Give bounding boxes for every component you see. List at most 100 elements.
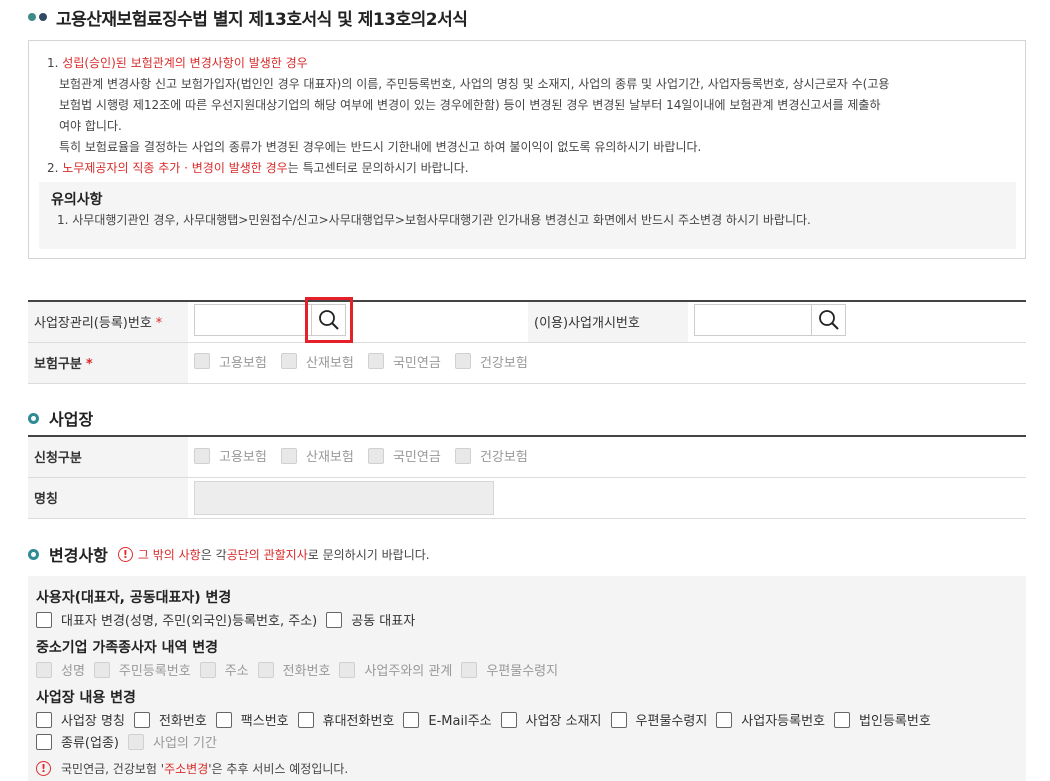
insurance-options-cell: 고용보험 산재보험 국민연금 건강보험 [188,342,1026,384]
caution-title: 유의사항 [51,192,103,208]
section-bullet-icon [28,412,39,424]
change-option[interactable]: 우편물수령지 [461,660,558,679]
reg-no-label-cell: 사업장관리(등록)번호 * [28,301,188,343]
name-field-cell [188,477,1026,519]
checkbox[interactable] [367,353,384,370]
checkbox[interactable] [280,353,297,370]
checkbox[interactable] [339,661,356,678]
apply-option[interactable]: 산재보험 [280,446,354,465]
notice-item-1-number: 1. [47,56,59,70]
checkbox-label: 건강보험 [479,450,528,465]
apply-option[interactable]: 건강보험 [454,446,528,465]
group-workplace-options: 사업장 명칭 전화번호 팩스번호 휴대전화번호 E-Mail주소 사업장 소재지… [36,710,1016,754]
checkbox-label: 국민연금 [392,355,441,371]
change-option[interactable]: 주민등록번호 [93,660,191,679]
change-option[interactable]: 전화번호 [133,710,207,729]
apply-option[interactable]: 고용보험 [194,446,267,465]
checkbox-label: E-Mail주소 [428,714,492,729]
checkbox[interactable] [257,661,274,678]
apply-row: 신청구분 고용보험 산재보험 국민연금 건강보험 [28,436,1026,478]
group-family-options: 성명 주민등록번호 주소 전화번호 사업주와의 관계 우편물수령지 [36,660,1016,682]
checkbox-label: 산재보험 [305,450,354,465]
change-option[interactable]: 사업장 명칭 [36,710,125,729]
checkbox-label: 고용보험 [219,450,267,465]
checkbox[interactable] [454,447,471,464]
required-mark: * [85,357,93,372]
change-option[interactable]: 사업장 소재지 [500,710,602,729]
change-option[interactable]: 사업주와의 관계 [339,660,452,679]
name-label: 명칭 [34,492,58,507]
checkbox[interactable] [194,447,210,464]
insurance-option[interactable]: 국민연금 [367,352,441,371]
insurance-option[interactable]: 산재보험 [280,352,354,371]
checkbox[interactable] [367,447,384,464]
checkbox[interactable] [610,711,627,728]
checkbox-label: 종류(업종) [61,736,119,751]
checkbox-label: 건강보험 [479,355,528,371]
checkbox[interactable] [454,353,471,370]
change-option[interactable]: 종류(업종) [36,732,119,751]
notice-item-2: 2. 노무제공자의 직종 추가 · 변경이 발생한 경우는 특고센터로 문의하시… [47,158,1015,179]
registration-row: 사업장관리(등록)번호 * (이용)사업개시번호 [28,296,1026,343]
checkbox[interactable] [93,661,110,678]
checkbox[interactable] [36,733,52,750]
changes-panel: 사용자(대표자, 공동대표자) 변경 대표자 변경(성명, 주민(외국인)등록번… [28,576,1026,781]
checkbox[interactable] [36,611,52,628]
checkbox[interactable] [36,661,52,678]
checkbox[interactable] [326,611,343,628]
start-no-search-button[interactable] [812,303,846,336]
address-change-notice: ! 국민연금, 건강보험 ' 주소변경 '은 추후 서비스 예정입니다. [36,760,1016,777]
notice-item-1-line-1: 보험관계 변경사항 신고 보험가입자(법인인 경우 대표자)의 이름, 주민등록… [59,77,890,91]
checkbox[interactable] [834,711,851,728]
notice-highlight: 주소변경 [164,762,209,776]
checkbox[interactable] [297,711,314,728]
insurance-row: 보험구분 * 고용보험 산재보험 국민연금 건강보험 [28,342,1026,384]
checkbox[interactable] [194,353,210,370]
checkbox[interactable] [215,711,232,728]
checkbox-label: 사업주와의 관계 [364,664,453,679]
reg-no-search-button[interactable] [305,296,353,343]
change-option[interactable]: 법인등록번호 [834,710,931,729]
reg-no-input[interactable] [194,303,312,336]
notice-item-2-number: 2. [47,161,59,175]
checkbox-label: 공동 대표자 [351,614,416,629]
checkbox[interactable] [36,711,52,728]
checkbox[interactable] [133,711,150,728]
reg-no-label: 사업장관리(등록)번호 [34,316,152,332]
page-title-bar: 고용산재보험료징수법 별지 제13호서식 및 제13호의2서식 [28,6,468,30]
change-option[interactable]: 팩스번호 [215,710,289,729]
change-option[interactable]: E-Mail주소 [403,710,492,729]
start-no-input[interactable] [694,303,812,336]
change-option[interactable]: 성명 [36,660,85,679]
caution-text: 1. 사무대행기관인 경우, 사무대행탭>민원접수/신고>사무대행업무>보험사무… [57,213,811,227]
checkbox[interactable] [500,711,517,728]
change-option[interactable]: 공동 대표자 [326,610,415,629]
title-dots-icon [28,13,47,21]
change-option[interactable]: 주소 [199,660,249,679]
insurance-option[interactable]: 고용보험 [194,352,267,371]
checkbox[interactable] [403,711,420,728]
change-option[interactable]: 대표자 변경(성명, 주민(외국인)등록번호, 주소) [36,610,317,629]
change-option[interactable]: 사업자등록번호 [716,710,825,729]
changes-warning: ! 그 밖의 사항 은 각 공단의 관할지사 로 문의하시기 바랍니다. [117,546,430,563]
apply-option[interactable]: 국민연금 [367,446,441,465]
search-icon [818,309,839,330]
checkbox[interactable] [127,733,144,750]
apply-label: 신청구분 [34,451,82,467]
notice-item-1-heading: 성립(승인)된 보험관계의 변경사항이 발생한 경우 [62,56,308,70]
checkbox[interactable] [716,711,733,728]
change-option[interactable]: 우편물수령지 [610,710,707,729]
group-employer-title: 사용자(대표자, 공동대표자) 변경 [36,590,232,606]
change-option[interactable]: 휴대전화번호 [297,710,394,729]
registration-form-table: 사업장관리(등록)번호 * (이용)사업개시번호 보험구분 * 고용보험 산재보… [28,296,1026,384]
checkbox-label: 법인등록번호 [859,714,931,729]
insurance-label-cell: 보험구분 * [28,342,188,384]
change-option[interactable]: 전화번호 [257,660,330,679]
checkbox-label: 팩스번호 [240,714,289,729]
change-option[interactable]: 사업의 기간 [127,732,217,751]
checkbox[interactable] [280,447,297,464]
checkbox[interactable] [199,661,216,678]
checkbox[interactable] [461,661,478,678]
checkbox-label: 주민등록번호 [118,664,191,679]
insurance-option[interactable]: 건강보험 [454,352,528,371]
